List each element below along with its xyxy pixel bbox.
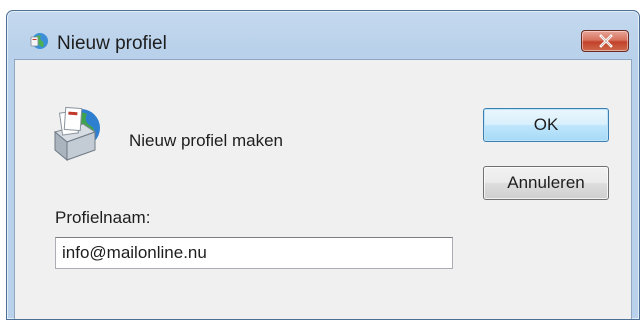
close-button[interactable]	[581, 30, 629, 52]
mail-globe-icon	[29, 31, 49, 51]
ok-button[interactable]: OK	[483, 108, 609, 142]
profile-name-label: Profielnaam:	[55, 208, 151, 227]
header-text: Nieuw profiel maken	[129, 131, 284, 150]
profile-name-input[interactable]	[55, 237, 453, 269]
close-x-icon	[599, 34, 613, 48]
dialog-window: Nieuw profiel Nieuw profiel maken Profie…	[6, 10, 640, 320]
cancel-button[interactable]: Annuleren	[483, 166, 609, 200]
window-title: Nieuw profiel	[57, 33, 167, 54]
new-profile-mailbox-icon	[49, 102, 103, 164]
dialog-content: Nieuw profiel maken Profielnaam: OK Annu…	[14, 59, 632, 319]
